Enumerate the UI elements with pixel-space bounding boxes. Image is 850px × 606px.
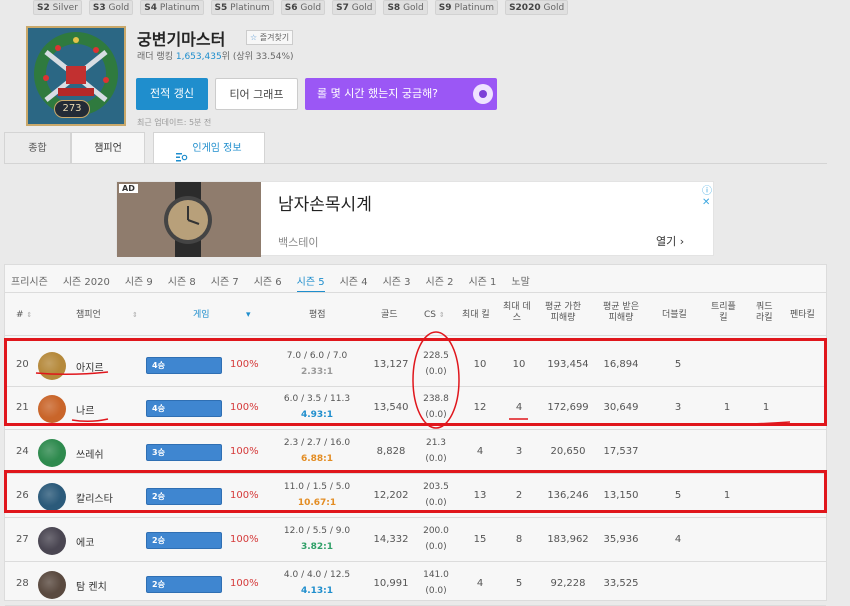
annotation-marks [35,331,791,429]
